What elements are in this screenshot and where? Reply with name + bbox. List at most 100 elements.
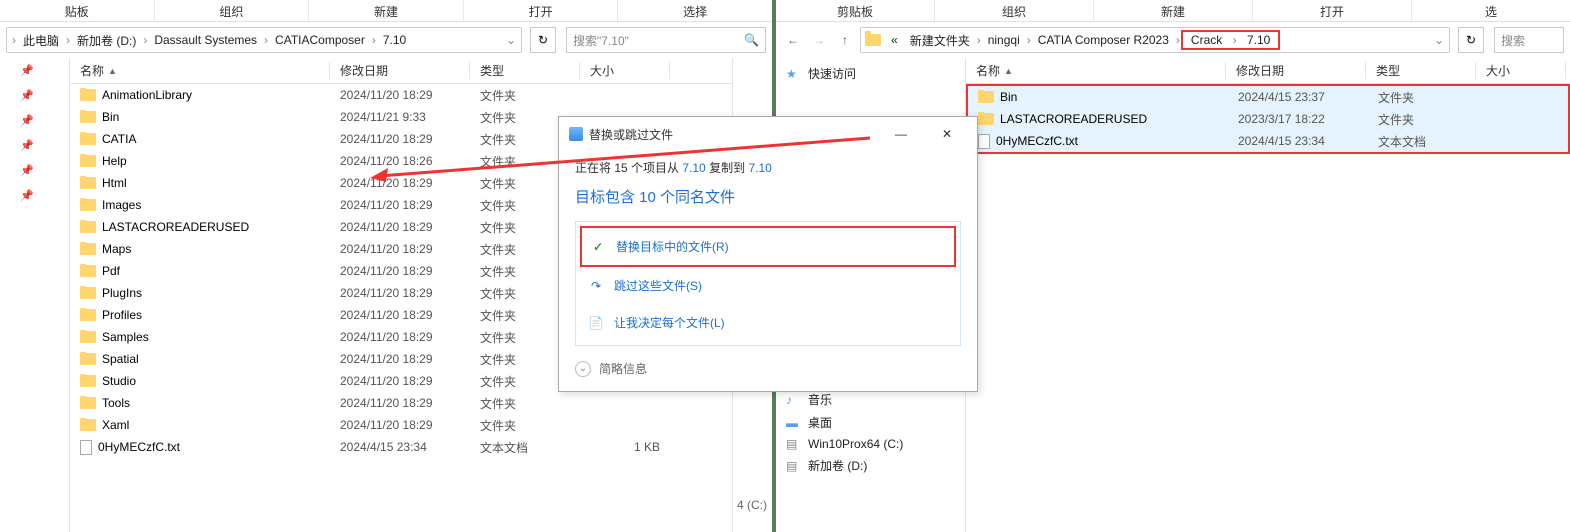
col-name[interactable]: 名称▲ [70,62,330,79]
decide-option[interactable]: 让我决定每个文件(L) [580,304,956,341]
file-date: 2024/11/20 18:29 [330,352,470,366]
file-date: 2024/11/20 18:29 [330,330,470,344]
col-size[interactable]: 大小 [580,62,670,79]
up-button[interactable]: ↑ [834,29,856,51]
col-date[interactable]: 修改日期 [1226,62,1366,79]
dialog-status: 正在将 15 个项目从 7.10 复制到 7.10 [575,159,961,176]
file-date: 2024/11/20 18:29 [330,220,470,234]
col-date[interactable]: 修改日期 [330,62,470,79]
star-icon [786,67,802,81]
file-date: 2024/11/20 18:29 [330,264,470,278]
folder-icon [80,111,96,123]
file-row[interactable]: 0HyMECzfC.txt2024/4/15 23:34文本文档1 KB [70,436,732,458]
replace-option[interactable]: 替换目标中的文件(R) [580,226,956,267]
highlighted-selection: Bin2024/4/15 23:37文件夹LASTACROREADERUSED2… [966,84,1570,154]
folder-icon [80,397,96,409]
ribbon-tab[interactable]: 新建 [309,0,464,21]
file-name: Studio [102,374,136,388]
skip-option[interactable]: 跳过这些文件(S) [580,267,956,304]
forward-button[interactable]: → [808,29,830,51]
ribbon-tab[interactable]: 剪贴板 [776,0,935,21]
file-date: 2024/11/20 18:29 [330,88,470,102]
folder-icon [80,331,96,343]
ribbon-tab[interactable]: 组织 [935,0,1094,21]
file-name: Bin [102,110,119,124]
col-type[interactable]: 类型 [1366,62,1476,79]
file-date: 2024/11/20 18:29 [330,286,470,300]
dialog-heading: 目标包含 10 个同名文件 [575,186,961,207]
file-row[interactable]: Bin2024/4/15 23:37文件夹 [968,86,1568,108]
refresh-button[interactable]: ↻ [530,27,556,53]
file-date: 2024/11/20 18:29 [330,132,470,146]
file-name: Spatial [102,352,139,366]
col-name[interactable]: 名称▲ [966,62,1226,79]
file-date: 2024/11/20 18:26 [330,154,470,168]
tree-drive-c[interactable]: Win10Prox64 (C:) [776,434,965,454]
drive-icon [786,459,802,473]
crumb[interactable]: CATIAComposer [269,33,371,47]
less-info-toggle[interactable]: 简略信息 [575,360,961,377]
file-list-right: 名称▲ 修改日期 类型 大小 Bin2024/4/15 23:37文件夹LAST… [966,58,1570,532]
folder-icon [80,375,96,387]
ribbon-tab[interactable]: 打开 [1253,0,1412,21]
ribbon-tab[interactable]: 选择 [618,0,772,21]
file-icon [80,440,92,455]
crumb-prefix[interactable]: « [885,33,904,47]
drive-icon [786,437,802,451]
ribbon-tab[interactable]: 贴板 [0,0,155,21]
crumb[interactable]: Crack [1185,33,1228,47]
file-row[interactable]: LASTACROREADERUSED2023/3/17 18:22文件夹 [968,108,1568,130]
file-date: 2024/11/21 9:33 [330,110,470,124]
ribbon-tab[interactable]: 打开 [464,0,619,21]
back-button[interactable]: ← [782,29,804,51]
folder-icon [978,113,994,125]
dialog-options: 替换目标中的文件(R) 跳过这些文件(S) 让我决定每个文件(L) [575,221,961,346]
file-name: CATIA [102,132,136,146]
file-size: 1 KB [580,440,670,454]
file-row[interactable]: AnimationLibrary2024/11/20 18:29文件夹 [70,84,732,106]
file-row[interactable]: Xaml2024/11/20 18:29文件夹 [70,414,732,436]
address-bar-left: › 此电脑 › 新加卷 (D:) › Dassault Systemes › C… [0,22,772,58]
folder-icon [80,353,96,365]
col-size[interactable]: 大小 [1476,62,1566,79]
file-row[interactable]: 0HyMECzfC.txt2024/4/15 23:34文本文档 [968,130,1568,152]
crumb[interactable]: 此电脑 [17,32,65,49]
chevron-down-icon[interactable]: ⌄ [505,33,517,47]
file-type: 文件夹 [1368,111,1478,128]
search-input-left[interactable]: 搜索"7.10" 🔍 [566,27,766,53]
close-button[interactable]: ✕ [927,123,967,145]
chevron-down-icon[interactable]: ⌄ [1433,33,1445,47]
file-type: 文件夹 [470,417,580,434]
crumb[interactable]: ningqi [982,33,1026,47]
tree-desktop[interactable]: 桌面 [776,411,965,434]
crumb[interactable]: 7.10 [377,33,412,47]
crumb[interactable]: CATIA Composer R2023 [1032,33,1175,47]
col-type[interactable]: 类型 [470,62,580,79]
crumb[interactable]: 7.10 [1241,33,1276,47]
tree-quick-access[interactable]: 快速访问 [776,62,965,85]
file-name: Maps [102,242,131,256]
breadcrumb-right[interactable]: « 新建文件夹 › ningqi › CATIA Composer R2023 … [860,27,1450,53]
search-input-right[interactable]: 搜索 [1494,27,1564,53]
file-type: 文本文档 [1368,133,1478,150]
search-icon: 🔍 [744,33,759,47]
crumb[interactable]: 新加卷 (D:) [71,32,142,49]
folder-icon [80,133,96,145]
tree-drive-d[interactable]: 新加卷 (D:) [776,454,965,477]
file-name: Profiles [102,308,142,322]
file-date: 2023/3/17 18:22 [1228,112,1368,126]
breadcrumb-left[interactable]: › 此电脑 › 新加卷 (D:) › Dassault Systemes › C… [6,27,522,53]
file-type: 文件夹 [470,395,580,412]
folder-icon [80,199,96,211]
ribbon-tab[interactable]: 组织 [155,0,310,21]
crumb[interactable]: Dassault Systemes [148,33,263,47]
ribbon-tab[interactable]: 新建 [1094,0,1253,21]
file-date: 2024/11/20 18:29 [330,176,470,190]
dialog-titlebar[interactable]: 替换或跳过文件 ― ✕ [559,117,977,151]
minimize-button[interactable]: ― [881,123,921,145]
file-row[interactable]: Tools2024/11/20 18:29文件夹 [70,392,732,414]
ribbon-tab[interactable]: 选 [1412,0,1570,21]
refresh-button[interactable]: ↻ [1458,27,1484,53]
file-icon [978,134,990,149]
crumb[interactable]: 新建文件夹 [904,32,976,49]
